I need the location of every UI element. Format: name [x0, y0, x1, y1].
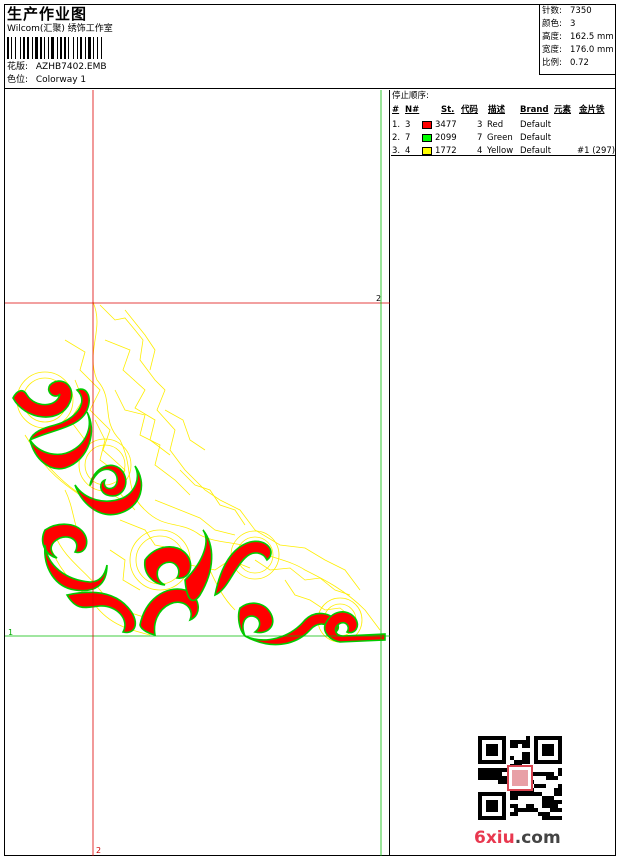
row-desc: Red [487, 120, 504, 130]
design-file-label: 花版: [7, 62, 29, 72]
row-desc: Yellow [487, 146, 514, 156]
stop-sequence-table: 停止顺序: # N# St. 代码 描述 Brand 元素 金片铁 1. 3 3… [391, 90, 615, 156]
colorway-row: 色位: Colorway 1 [7, 74, 86, 86]
scroll-s-curve [143, 546, 192, 586]
guide-label-green-h: 1 [8, 628, 13, 637]
sheet-title: 生产作业图 [7, 5, 88, 23]
stat-value: 3 [570, 19, 576, 29]
row-code: 7 [477, 133, 483, 143]
col-stitches: St. [441, 105, 455, 115]
row-code: 4 [477, 146, 483, 156]
row-num: 1. [392, 120, 401, 130]
stop-row: 1. 3 3477 3 Red Default [391, 119, 615, 131]
stop-row: 3. 4 1772 4 Yellow Default #1 (297) [391, 145, 615, 157]
production-sheet: 生产作业图 Wilcom(汇聚) 绣饰工作室 花版: AZHB7402.EMB … [4, 4, 616, 856]
stat-label: 宽度: [542, 45, 562, 55]
col-sequin: 金片铁 [579, 105, 605, 115]
stat-value: 0.72 [570, 58, 589, 68]
stat-height: 高度: 162.5 mm [542, 31, 615, 44]
qr-code [478, 736, 562, 820]
col-brand: Brand [520, 105, 549, 115]
stop-row: 2. 7 2099 7 Green Default [391, 132, 615, 144]
design-file-value: AZHB7402.EMB [35, 62, 107, 72]
row-stitches: 2099 [435, 133, 457, 143]
scroll-right-lower [237, 602, 274, 637]
embroidery-artwork: 2 1 2 [5, 90, 390, 856]
stat-label: 颜色: [542, 19, 562, 29]
guide-label-red-h: 2 [376, 294, 381, 303]
row-needle: 4 [405, 146, 411, 156]
col-element: 元素 [554, 105, 572, 115]
row-code: 3 [477, 120, 483, 130]
stat-value: 162.5 mm [570, 32, 614, 42]
row-needle: 3 [405, 120, 411, 130]
barcode [7, 37, 102, 59]
color-swatch-yellow [422, 147, 432, 155]
color-swatch-red [422, 121, 432, 129]
scroll-left-lower [41, 523, 88, 559]
header-left: 生产作业图 Wilcom(汇聚) 绣饰工作室 花版: AZHB7402.EMB … [7, 5, 537, 89]
row-num: 2. [392, 133, 401, 143]
scroll-end-curl [323, 611, 386, 643]
col-code: 代码 [461, 105, 479, 115]
red-scrolls [12, 380, 386, 646]
scroll-top-left [12, 380, 73, 418]
guide-lines [5, 90, 390, 856]
logo-suffix: .com [514, 828, 561, 848]
stat-label: 高度: [542, 32, 562, 42]
stat-stitches: 针数: 7350 [542, 5, 615, 18]
stat-label: 针数: [542, 6, 562, 16]
row-extra: #1 (297) [577, 146, 616, 156]
scroll-left-mid [29, 411, 93, 470]
guide-label-red-v: 2 [96, 846, 101, 855]
stat-colors: 颜色: 3 [542, 18, 615, 31]
sheet-header: 生产作业图 Wilcom(汇聚) 绣饰工作室 花版: AZHB7402.EMB … [5, 5, 615, 89]
stat-value: 176.0 mm [570, 45, 614, 55]
col-needle: N# [405, 105, 420, 115]
row-desc: Green [487, 133, 513, 143]
row-needle: 7 [405, 133, 411, 143]
stat-scale: 比例: 0.72 [542, 57, 615, 70]
col-num: # [392, 105, 400, 115]
logo-main: 6xiu [474, 828, 515, 848]
color-swatch-green [422, 134, 432, 142]
stop-sequence-caption: 停止顺序: [392, 91, 429, 101]
row-stitches: 3477 [435, 120, 457, 130]
stats-box: 针数: 7350 颜色: 3 高度: 162.5 mm 宽度: 176.0 mm 比例:… [539, 5, 615, 75]
design-preview: 2 1 2 [5, 90, 390, 856]
studio-name: Wilcom(汇聚) 绣饰工作室 [7, 24, 113, 34]
stat-label: 比例: [542, 58, 562, 68]
col-desc: 描述 [488, 105, 506, 115]
stat-value: 7350 [570, 6, 592, 16]
row-brand: Default [520, 146, 552, 156]
colorway-value: Colorway 1 [35, 75, 87, 85]
row-num: 3. [392, 146, 401, 156]
design-file-row: 花版: AZHB7402.EMB [7, 61, 107, 73]
site-logo: 6xiu.com [474, 828, 561, 848]
row-stitches: 1772 [435, 146, 457, 156]
colorway-label: 色位: [7, 75, 29, 85]
scroll-curl-mid [89, 464, 127, 497]
row-brand: Default [520, 133, 552, 143]
row-brand: Default [520, 120, 552, 130]
seal-stamp-inner [512, 770, 528, 786]
stat-width: 宽度: 176.0 mm [542, 44, 615, 57]
